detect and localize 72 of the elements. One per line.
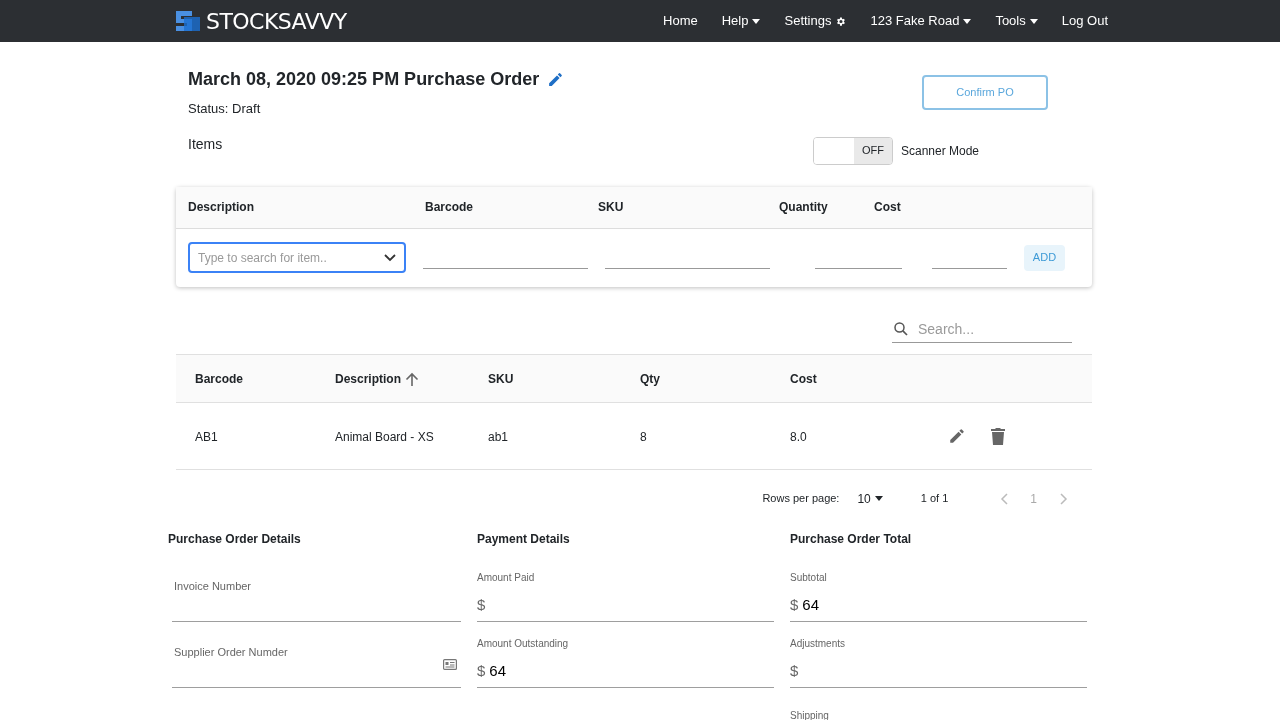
item-search-select[interactable]: Type to search for item.. [188, 242, 406, 273]
page-range: 1 of 1 [920, 491, 949, 507]
column-header[interactable]: Qty [640, 370, 660, 388]
chevron-down-icon [383, 253, 396, 262]
text-field[interactable]: Amount Paid $ [477, 561, 774, 622]
table-cell: 8.0 [790, 429, 807, 444]
text-field[interactable]: Invoice Number [172, 561, 461, 622]
nav-link[interactable]: Home [663, 11, 698, 31]
id-card-icon [443, 658, 457, 670]
logo-icon [176, 11, 200, 31]
column-header: Description [188, 199, 255, 216]
currency-prefix: $ [477, 661, 486, 681]
section-heading: Purchase Order Details [168, 530, 302, 548]
column-header[interactable]: Description [335, 370, 419, 388]
table-cell: AB1 [195, 429, 218, 444]
toggle-state: OFF [853, 137, 892, 164]
chevron-right-icon[interactable] [1060, 492, 1068, 505]
rows-per-page-select[interactable]: 10 [857, 489, 883, 508]
brand-name: STOCKSAVVY [206, 7, 347, 36]
field-value: 64 [802, 595, 820, 615]
nav-link[interactable]: Tools [995, 11, 1038, 31]
search-icon [892, 320, 910, 338]
column-header[interactable]: Cost [790, 370, 817, 388]
currency-prefix: $ [790, 661, 799, 681]
chevron-left-icon[interactable] [1000, 492, 1009, 505]
column-header: Cost [874, 199, 901, 216]
scanner-toggle[interactable]: OFF [812, 136, 893, 165]
item-search-input[interactable]: Type to search for item.. [198, 248, 368, 267]
caret-icon [752, 18, 761, 24]
scanner-label: Scanner Mode [900, 142, 979, 160]
field-label: Amount Paid [477, 570, 535, 585]
column-header[interactable]: Barcode [195, 370, 244, 388]
field-value: 64 [489, 661, 507, 681]
nav-link[interactable]: 123 Fake Road [870, 11, 972, 31]
sort-arrow-icon [405, 371, 419, 387]
text-field[interactable]: Amount Outstanding $ 64 [477, 627, 774, 688]
rows-per-page-label: Rows per page: [762, 491, 840, 507]
column-header: SKU [598, 199, 625, 216]
column-header: Barcode [425, 199, 475, 216]
table-cell: Animal Board - XS [335, 429, 434, 444]
pencil-icon[interactable] [547, 71, 565, 88]
nav-link[interactable]: Log Out [1061, 11, 1108, 31]
nav-link[interactable]: Help [721, 11, 761, 31]
nav-link[interactable]: Settings [784, 11, 847, 31]
edit-pencil-icon[interactable] [948, 426, 966, 445]
search-input[interactable]: Search... [918, 318, 1058, 340]
field-label: Invoice Number [174, 578, 252, 594]
section-heading: Purchase Order Total [790, 530, 913, 548]
field-label: Adjustments [790, 636, 846, 651]
page-title: March 08, 2020 09:25 PM Purchase Order [188, 68, 540, 91]
gear-icon [835, 15, 847, 27]
text-field[interactable]: Subtotal $ 64 [790, 561, 1087, 622]
table-cell: 8 [640, 429, 647, 444]
caret-icon [874, 496, 883, 501]
currency-prefix: $ [477, 595, 486, 615]
field-label: Amount Outstanding [477, 636, 569, 651]
status-text: Status: Draft [188, 100, 262, 118]
text-field[interactable]: Supplier Order Numder [172, 627, 461, 688]
field-label: Subtotal [790, 570, 827, 585]
text-field[interactable]: Adjustments $ [790, 627, 1087, 688]
field-label: Supplier Order Numder [174, 644, 288, 660]
trash-icon[interactable] [990, 426, 1006, 445]
currency-prefix: $ [790, 595, 799, 615]
caret-icon [963, 18, 972, 24]
column-header: Quantity [779, 199, 829, 216]
caret-icon [1029, 18, 1038, 24]
field-label: Shipping [790, 708, 829, 720]
section-title: Items [188, 135, 223, 154]
table-cell: ab1 [488, 429, 509, 444]
column-header[interactable]: SKU [488, 370, 514, 388]
search-field[interactable]: Search... [892, 316, 1072, 343]
section-heading: Payment Details [477, 530, 571, 548]
